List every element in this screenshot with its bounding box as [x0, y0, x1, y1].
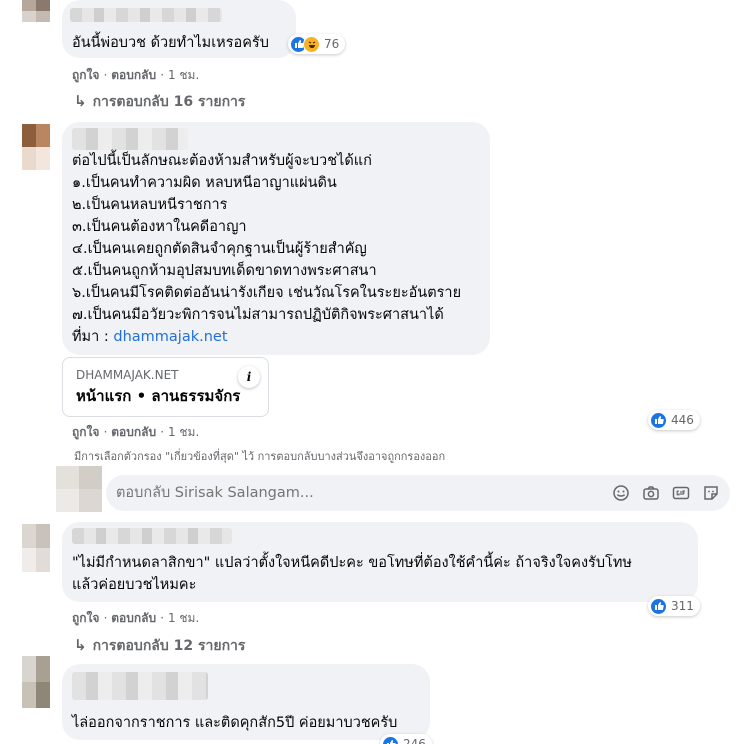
reply-input[interactable]: [116, 475, 496, 511]
emoji-icon[interactable]: [612, 484, 630, 502]
timestamp[interactable]: 1 ชม.: [168, 611, 199, 625]
avatar[interactable]: [22, 656, 50, 708]
comment-line: ๔.เป็นคนเคยถูกตัดสินจำคุกฐานเป็นผู้ร้ายส…: [72, 241, 367, 257]
link-title: หน้าแรก • ลานธรรมจักร: [76, 387, 241, 405]
comment-line: ๓.เป็นคนต้องหาในคดีอาญา: [72, 219, 247, 235]
avatar[interactable]: [22, 524, 50, 572]
reaction-count: 76: [324, 37, 340, 51]
avatar[interactable]: [22, 0, 50, 22]
like-icon: [650, 411, 667, 429]
comment-actions: ถูกใจ · ตอบกลับ · 1 ชม.: [72, 425, 200, 439]
reply-arrow-icon: ↳: [74, 92, 87, 110]
reply-link[interactable]: ตอบกลับ: [111, 68, 156, 82]
sticker-icon[interactable]: [702, 484, 720, 502]
haha-icon: [303, 35, 320, 53]
comment-bubble: อันนี้พ่อบวช ด้วยทำไมเหรอครับ: [62, 0, 296, 58]
like-link[interactable]: ถูกใจ: [72, 425, 99, 439]
timestamp[interactable]: 1 ชม.: [168, 68, 199, 82]
gif-icon[interactable]: [672, 484, 690, 502]
like-icon: [650, 597, 667, 615]
filter-notice: มีการเลือกตัวกรอง "เกี่ยวข้องที่สุด" ไว้…: [74, 450, 446, 463]
reply-arrow-icon: ↳: [74, 636, 87, 654]
reply-link[interactable]: ตอบกลับ: [111, 611, 156, 625]
like-icon: [382, 735, 399, 744]
source-link[interactable]: dhammajak.net: [113, 329, 227, 345]
comment-line: ๗.เป็นคนมีอวัยวะพิการจนไม่สามารถปฏิบัติก…: [72, 307, 444, 323]
comment-actions: ถูกใจ · ตอบกลับ · 1 ชม.: [72, 611, 200, 625]
camera-icon[interactable]: [642, 484, 660, 502]
like-link[interactable]: ถูกใจ: [72, 611, 99, 625]
comment-line: ๒.เป็นคนหลบหนีราชการ: [72, 197, 228, 213]
comment-text: ไล่ออกจากราชการ และติดคุกสัก5ปี ค่อยมาบว…: [72, 715, 398, 731]
comment-line: ต่อไปนี้เป็นลักษณะต้องห้ามสำหรับผู้จะบวช…: [72, 153, 372, 169]
reaction-count: 246: [403, 737, 426, 744]
comment-line: แล้วค่อยบวชไหมคะ: [72, 577, 197, 593]
source-line: ที่มา : dhammajak.net: [72, 329, 228, 345]
avatar[interactable]: [22, 124, 50, 170]
reaction-summary[interactable]: 446: [648, 410, 700, 430]
composer-tools: [612, 484, 720, 502]
current-user-avatar: [56, 466, 102, 512]
comment-text: อันนี้พ่อบวช ด้วยทำไมเหรอครับ: [72, 35, 269, 51]
commenter-name[interactable]: [72, 672, 208, 700]
link-domain: DHAMMAJAK.NET: [76, 368, 179, 382]
reply-composer[interactable]: [106, 475, 730, 511]
reaction-summary[interactable]: 311: [648, 596, 700, 616]
comment-bubble: ไล่ออกจากราชการ และติดคุกสัก5ปี ค่อยมาบว…: [62, 664, 430, 740]
reaction-count: 311: [671, 599, 694, 613]
link-preview-card[interactable]: DHAMMAJAK.NET หน้าแรก • ลานธรรมจักร i: [62, 357, 269, 417]
comment-bubble: "ไม่มีกำหนดลาสิกขา" แปลว่าตั้งใจหนีคดีปะ…: [62, 522, 698, 602]
view-replies-link[interactable]: ↳ การตอบกลับ 16 รายการ: [74, 91, 245, 113]
timestamp[interactable]: 1 ชม.: [168, 425, 199, 439]
commenter-name[interactable]: [70, 8, 222, 22]
comment-line: ๖.เป็นคนมีโรคติดต่ออันน่ารังเกียจ เช่นวั…: [72, 285, 462, 301]
comment-line: ๕.เป็นคนถูกห้ามอุปสมบทเด็ดขาดทางพระศาสนา: [72, 263, 377, 279]
comment-line: ๑.เป็นคนทำความผิด หลบหนีอาญาแผ่นดิน: [72, 175, 337, 191]
commenter-name[interactable]: [72, 128, 188, 150]
comment-bubble: ต่อไปนี้เป็นลักษณะต้องห้ามสำหรับผู้จะบวช…: [62, 122, 490, 355]
reply-link[interactable]: ตอบกลับ: [111, 425, 156, 439]
like-link[interactable]: ถูกใจ: [72, 68, 99, 82]
reaction-summary[interactable]: 76: [288, 34, 346, 54]
comment-actions: ถูกใจ · ตอบกลับ · 1 ชม.: [72, 68, 200, 82]
comment-line: "ไม่มีกำหนดลาสิกขา" แปลว่าตั้งใจหนีคดีปะ…: [72, 555, 632, 571]
commenter-name[interactable]: [72, 528, 232, 544]
reaction-summary[interactable]: 246: [380, 734, 432, 744]
view-replies-link[interactable]: ↳ การตอบกลับ 12 รายการ: [74, 635, 245, 657]
reaction-count: 446: [671, 413, 694, 427]
info-icon[interactable]: i: [238, 366, 260, 388]
